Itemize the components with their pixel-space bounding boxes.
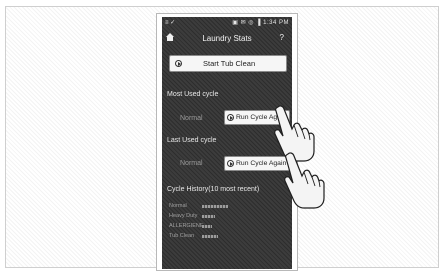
history-row-label: Tub Clean <box>169 233 195 239</box>
history-row-label: Heavy Duty <box>169 213 198 219</box>
last-used-cycle-name: Normal <box>180 160 203 167</box>
history-bar <box>202 205 228 208</box>
history-row-label: Normal <box>169 203 187 209</box>
tapping-hand-icon <box>284 152 325 209</box>
status-icons-left: ≡ ✓ <box>165 20 176 26</box>
cycle-history-heading: Cycle History(10 most recent) <box>167 186 260 193</box>
history-bar <box>202 215 215 218</box>
most-used-heading: Most Used cycle <box>167 91 219 98</box>
status-icons-right: ▣ ✉ ◎ ▐ 1:34 PM <box>232 19 289 26</box>
last-used-heading: Last Used cycle <box>167 137 217 144</box>
most-used-cycle-name: Normal <box>180 115 203 122</box>
start-tub-clean-label: Start Tub Clean <box>203 59 256 68</box>
status-time: 1:34 PM <box>263 20 289 26</box>
title-bar: Laundry Stats ? <box>162 30 292 46</box>
start-tub-clean-button[interactable]: Start Tub Clean <box>169 55 287 72</box>
status-bar: ≡ ✓ ▣ ✉ ◎ ▐ 1:34 PM <box>162 17 292 29</box>
history-bar <box>202 225 212 228</box>
play-icon <box>227 114 234 121</box>
help-button[interactable]: ? <box>280 33 284 42</box>
play-icon <box>227 160 234 167</box>
play-icon <box>175 60 182 67</box>
history-bar <box>202 235 218 238</box>
history-row-label: ALLERGIENE <box>169 223 204 229</box>
page-title: Laundry Stats <box>202 34 252 43</box>
status-icons: ▣ ✉ ◎ ▐ <box>232 20 261 26</box>
